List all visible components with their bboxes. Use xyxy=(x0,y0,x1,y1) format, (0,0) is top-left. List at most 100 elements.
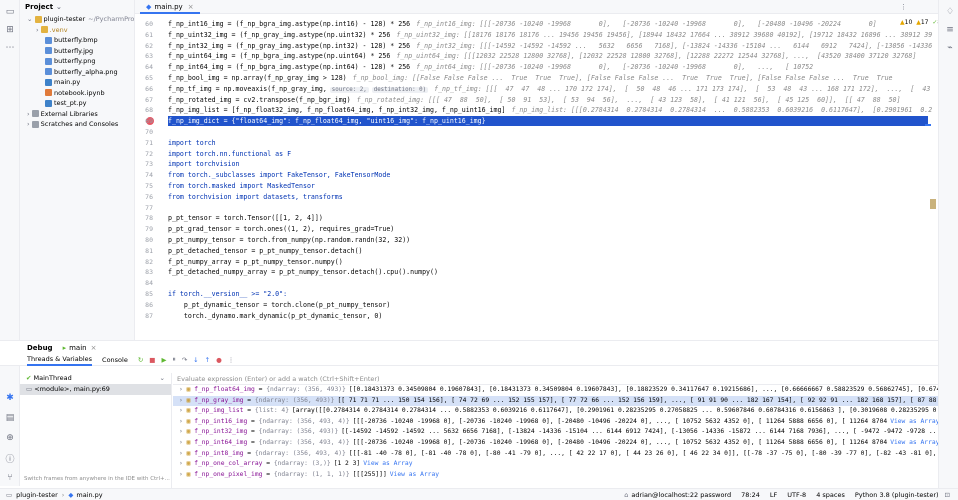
git-icon[interactable]: ⑂ xyxy=(4,472,16,484)
variable-row[interactable]: › ▦ f_np_one_col_array = {ndarray: (3,)}… xyxy=(173,459,938,470)
tree-item[interactable]: butterfly.png xyxy=(20,56,134,67)
view-as-array-link[interactable]: View as Array xyxy=(890,439,938,446)
variable-row[interactable]: › ▦ f_np_gray_img = {ndarray: (356, 493)… xyxy=(173,395,938,407)
step-into-icon[interactable]: ↓ xyxy=(193,356,198,364)
chevron-right-icon[interactable]: › xyxy=(179,450,187,457)
code-line[interactable]: if torch.__version__ >= "2.0": xyxy=(168,290,287,298)
tab-console[interactable]: Console xyxy=(102,355,128,365)
code-line[interactable]: torch._dynamo.mark_dynamic(p_pt_dynamic_… xyxy=(168,312,383,320)
breakpoints-icon[interactable]: ● xyxy=(216,356,222,364)
view-as-array-link[interactable]: View as Array xyxy=(390,471,439,478)
code-line[interactable]: from torch.masked import MaskedTensor xyxy=(168,182,315,190)
step-over-icon[interactable]: ↷ xyxy=(182,356,187,364)
code-line[interactable]: import torchvision xyxy=(168,160,239,168)
tree-item[interactable]: main.py xyxy=(20,77,134,88)
variable-row[interactable]: › ▦ f_np_int32_img = {ndarray: (356, 493… xyxy=(173,427,938,438)
resume-icon[interactable]: ▶ xyxy=(161,356,166,364)
chevron-right-icon[interactable]: › xyxy=(179,407,187,414)
tree-item[interactable]: butterfly_alpha.png xyxy=(20,67,134,78)
code-line[interactable]: f_np_int64_img = (f_np_bgra_img.astype(n… xyxy=(168,63,813,71)
code-line[interactable]: f_np_img_dict = {"float64_img": f_np_flo… xyxy=(168,117,486,125)
tree-item[interactable]: butterfly.bmp xyxy=(20,35,134,46)
tab-main-py[interactable]: ◆ main.py × xyxy=(140,1,200,14)
pause-icon[interactable]: ⏸ xyxy=(172,355,175,364)
chevron-right-icon[interactable]: › xyxy=(179,397,187,404)
folder-icon[interactable]: ▭ xyxy=(4,6,16,18)
stop-icon[interactable]: ■ xyxy=(149,356,155,364)
thread-selector[interactable]: ✔ MainThread ⌄ xyxy=(20,373,171,384)
indent-setting[interactable]: 4 spaces xyxy=(816,491,845,499)
step-out-icon[interactable]: ↑ xyxy=(205,356,210,364)
variable-row[interactable]: › ▦ f_np_int16_img = {ndarray: (356, 493… xyxy=(173,417,938,428)
tree-item[interactable]: notebook.ipynb xyxy=(20,88,134,99)
code-line[interactable]: f_np_tf_img = np.moveaxis(f_np_gray_img,… xyxy=(168,85,938,93)
breadcrumb-file[interactable]: main.py xyxy=(76,491,102,499)
chevron-right-icon[interactable]: › xyxy=(179,386,187,393)
code-line[interactable]: import torch xyxy=(168,139,216,147)
tab-threads-variables[interactable]: Threads & Variables xyxy=(27,354,93,366)
chevron-right-icon[interactable]: › xyxy=(27,110,32,118)
line-separator[interactable]: LF xyxy=(770,491,777,499)
rerun-icon[interactable]: ↻ xyxy=(138,356,143,364)
evaluate-input[interactable]: Evaluate expression (Enter) or add a wat… xyxy=(173,373,938,385)
chevron-right-icon[interactable]: › xyxy=(179,418,187,425)
lock-icon[interactable]: ⊡ xyxy=(945,491,950,499)
python-interpreter[interactable]: Python 3.8 (plugin-tester) xyxy=(855,491,939,499)
code-line[interactable]: from torchvision import datasets, transf… xyxy=(168,193,343,201)
tree-item[interactable]: butterfly.jpg xyxy=(20,46,134,57)
tree-item[interactable]: ⌄ plugin-tester ~/PycharmPro xyxy=(20,14,134,25)
notifications-icon[interactable]: ♢ xyxy=(944,6,956,18)
variable-row[interactable]: › ▦ f_np_one_pixel_img = {ndarray: (1, 1… xyxy=(173,470,938,481)
terminal-icon[interactable]: ▤ xyxy=(4,412,16,424)
code-line[interactable]: f_np_uint32_img = (f_np_gray_img.astype(… xyxy=(168,31,932,39)
debug-icon[interactable]: ✱ xyxy=(4,392,16,404)
tree-item[interactable]: › .venv xyxy=(20,25,134,36)
chevron-right-icon[interactable]: › xyxy=(179,471,187,478)
code-editor[interactable]: ▲10 ▲17 ✓8 60 f_np_int16_img = (f_np_bgra… xyxy=(135,14,938,326)
code-line[interactable]: f_np_uint64_img = (f_np_bgra_img.astype(… xyxy=(168,52,916,60)
file-encoding[interactable]: UTF-8 xyxy=(787,491,806,499)
code-line[interactable]: f_pt_numpy_array = p_pt_numpy_tensor.num… xyxy=(168,258,343,266)
chevron-right-icon[interactable]: › xyxy=(36,26,41,34)
tab-more-icon[interactable]: ⋮ xyxy=(900,3,907,11)
view-as-array-link[interactable]: View as Array xyxy=(363,460,412,467)
frame-row[interactable]: ▭ <module>, main.py:69 xyxy=(20,384,171,395)
chevron-down-icon[interactable]: ⌄ xyxy=(27,15,35,23)
chevron-right-icon[interactable]: › xyxy=(179,460,187,467)
breadcrumb-project[interactable]: plugin-tester xyxy=(16,491,58,499)
variable-row[interactable]: › ▦ f_np_img_list = {list: 4} [array([[0.… xyxy=(173,406,938,417)
chevron-right-icon[interactable]: › xyxy=(27,120,32,128)
tree-item[interactable]: › Scratches and Consoles xyxy=(20,119,134,130)
code-line[interactable]: p_pt_detached_tensor = p_pt_numpy_tensor… xyxy=(168,247,363,255)
code-line[interactable]: f_np_int16_img = (f_np_bgra_img.astype(n… xyxy=(168,20,877,28)
code-line[interactable]: f_np_int32_img = (f_np_gray_img.astype(n… xyxy=(168,42,932,50)
more-icon[interactable]: ⋯ xyxy=(4,42,16,54)
services-icon[interactable]: ⊕ xyxy=(4,432,16,444)
variable-row[interactable]: › ▦ f_np_float64_img = {ndarray: (356, 4… xyxy=(173,385,938,396)
code-line[interactable]: p_pt_numpy_tensor = torch.from_numpy(np.… xyxy=(168,236,410,244)
code-line[interactable]: f_np_img_list = [f_np_float32_img, f_np_… xyxy=(168,106,932,114)
debug-session-tab[interactable]: main xyxy=(69,344,87,352)
ai-assistant-icon[interactable]: ⌁ xyxy=(944,42,956,54)
more-icon[interactable]: ⋮ xyxy=(228,356,235,364)
variable-row[interactable]: › ▦ f_np_int8_img = {ndarray: (356, 493,… xyxy=(173,449,938,460)
code-line[interactable]: p_pt_dynamic_tensor = torch.clone(p_pt_n… xyxy=(168,301,390,309)
chevron-right-icon[interactable]: › xyxy=(179,439,187,446)
tree-item[interactable]: › External Libraries xyxy=(20,109,134,120)
database-icon[interactable]: ≡ xyxy=(944,24,956,36)
cursor-position[interactable]: 78:24 xyxy=(741,491,760,499)
code-line[interactable]: f_np_rotated_img = cv2.transpose(f_np_bg… xyxy=(168,96,900,104)
code-line[interactable]: p_pt_grad_tensor = torch.ones((1, 2), re… xyxy=(168,225,394,233)
problems-icon[interactable]: ⓘ xyxy=(4,452,16,465)
inspection-widget[interactable]: ▲10 ▲17 ✓8 xyxy=(900,19,938,26)
structure-icon[interactable]: ⊞ xyxy=(4,24,16,36)
code-line[interactable]: import torch.nn.functional as F xyxy=(168,150,291,158)
code-line[interactable]: f_np_bool_img = np.array(f_np_gray_img >… xyxy=(168,74,893,82)
code-line[interactable]: from torch._subclasses import FakeTensor… xyxy=(168,171,390,179)
close-icon[interactable]: × xyxy=(188,3,194,11)
close-icon[interactable]: × xyxy=(91,344,97,352)
code-line[interactable]: p_pt_tensor = torch.Tensor([[1, 2, 4]]) xyxy=(168,214,323,222)
chevron-right-icon[interactable]: › xyxy=(179,428,187,435)
remote-user[interactable]: adrian@localhost:22 password xyxy=(631,491,731,499)
project-header[interactable]: Project ⌄ xyxy=(20,0,134,14)
